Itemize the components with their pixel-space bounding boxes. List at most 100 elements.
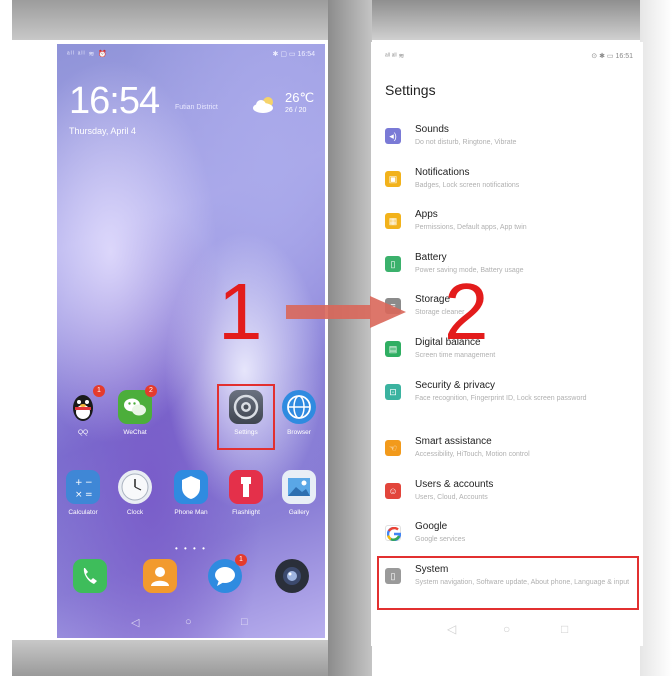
backdrop-shade <box>372 0 644 40</box>
home-icon[interactable]: ○ <box>503 622 510 636</box>
settings-item-subtitle: Face recognition, Fingerprint ID, Lock s… <box>415 395 587 402</box>
settings-item-title: Notifications <box>415 167 470 178</box>
settings-item-title: Google <box>415 521 448 532</box>
qq-icon: 1 <box>66 385 105 424</box>
app-label: WeChat <box>123 429 147 436</box>
settings-item-storage[interactable]: ≡ Storage Storage cleaner <box>385 294 635 334</box>
wechat-icon: 2 <box>118 385 157 424</box>
app-phone-manager[interactable]: Phone Man <box>165 470 217 516</box>
messages-icon[interactable]: 1 <box>208 554 247 593</box>
users-icon: ☺ <box>385 483 401 499</box>
weather-cloud-icon <box>253 97 273 113</box>
contacts-icon[interactable] <box>143 559 177 593</box>
calculator-icon: + − × = <box>66 470 100 504</box>
recents-icon[interactable]: □ <box>561 622 568 636</box>
clock-time: 16:54 <box>69 80 160 122</box>
status-left: ᵃˡˡ ᵃˡˡ ≋ ⏰ <box>67 51 109 58</box>
status-right: ⊙ ✱ ▭ 16:51 <box>591 53 633 60</box>
settings-item-subtitle: Do not disturb, Ringtone, Vibrate <box>415 139 517 146</box>
settings-item-subtitle: Badges, Lock screen notifications <box>415 182 520 189</box>
smart-assistance-icon: ☜ <box>385 440 401 456</box>
home-icon[interactable]: ○ <box>185 616 192 628</box>
app-gallery[interactable]: Gallery <box>273 470 325 516</box>
home-screen: ᵃˡˡ ᵃˡˡ ≋ ⏰ ✱ ▢ ▭ 16:54 16:54 Futian Dis… <box>57 44 325 638</box>
settings-item-notifications[interactable]: ▣ Notifications Badges, Lock screen noti… <box>385 167 635 207</box>
app-label: Phone Man <box>174 509 208 516</box>
app-label: Flashlight <box>232 509 260 516</box>
settings-item-security[interactable]: ⊡ Security & privacy Face recognition, F… <box>385 380 635 428</box>
settings-item-google[interactable]: Google Google services <box>385 521 635 561</box>
page-indicator: • • • • <box>175 544 207 553</box>
status-bar: ᵃˡˡ ᵃˡˡ ≋ ⏰ ✱ ▢ ▭ 16:54 <box>67 50 315 60</box>
app-label: Calculator <box>68 509 98 516</box>
settings-item-subtitle: Users, Cloud, Accounts <box>415 494 488 501</box>
backdrop-shade <box>12 0 332 40</box>
notification-badge: 1 <box>235 554 247 566</box>
app-wechat[interactable]: 2 WeChat <box>109 385 161 436</box>
backdrop-shade <box>328 0 372 676</box>
settings-screen: ᵃˡˡ ᵃˡˡ ≋ ⊙ ✱ ▭ 16:51 Settings ◂) Sounds… <box>371 42 643 646</box>
app-browser[interactable]: Browser <box>273 390 325 436</box>
app-qq[interactable]: 1 QQ <box>57 385 109 436</box>
app-label: Browser <box>287 429 311 436</box>
settings-item-sounds[interactable]: ◂) Sounds Do not disturb, Ringtone, Vibr… <box>385 124 635 164</box>
settings-item-smart-assistance[interactable]: ☜ Smart assistance Accessibility, HiTouc… <box>385 436 635 476</box>
settings-item-subtitle: Accessibility, HiTouch, Motion control <box>415 451 530 458</box>
settings-item-title: Users & accounts <box>415 479 494 490</box>
settings-item-title: Sounds <box>415 124 449 135</box>
camera-icon[interactable] <box>275 559 309 593</box>
apps-icon: ▦ <box>385 213 401 229</box>
notifications-icon: ▣ <box>385 171 401 187</box>
gallery-icon <box>282 470 316 504</box>
step-number-2: 2 <box>444 267 489 356</box>
back-icon[interactable]: ◁ <box>447 622 456 636</box>
digital-balance-icon: ▤ <box>385 341 401 357</box>
browser-globe-icon <box>282 390 316 424</box>
settings-item-title: Smart assistance <box>415 436 492 447</box>
settings-item-title: Battery <box>415 252 447 263</box>
recents-icon[interactable]: □ <box>241 616 248 628</box>
system-highlight-box <box>377 556 639 610</box>
phone-icon[interactable] <box>73 559 107 593</box>
security-icon: ⊡ <box>385 384 401 400</box>
settings-item-apps[interactable]: ▦ Apps Permissions, Default apps, App tw… <box>385 209 635 249</box>
flashlight-icon <box>229 470 263 504</box>
settings-item-digital-balance[interactable]: ▤ Digital balance Screen time management <box>385 337 635 377</box>
step-number-1: 1 <box>218 267 263 356</box>
clock-date: Thursday, April 4 <box>69 126 136 136</box>
svg-text:=: = <box>85 490 93 500</box>
settings-item-users-accounts[interactable]: ☺ Users & accounts Users, Cloud, Account… <box>385 479 635 519</box>
app-clock[interactable]: Clock <box>109 470 161 516</box>
app-flashlight[interactable]: Flashlight <box>220 470 272 516</box>
notification-badge: 1 <box>93 385 105 397</box>
weather-range: 26 / 20 <box>285 107 307 114</box>
backdrop-shade <box>12 640 332 676</box>
app-label: QQ <box>77 429 89 436</box>
weather-temperature: 26℃ <box>285 90 315 105</box>
svg-text:×: × <box>75 490 83 500</box>
settings-item-title: Security & privacy <box>415 380 496 391</box>
app-calculator[interactable]: + − × = Calculator <box>57 470 109 516</box>
navigation-bar: ◁ ○ □ <box>371 620 643 642</box>
shield-icon <box>174 470 208 504</box>
back-icon[interactable]: ◁ <box>131 616 139 629</box>
settings-item-title: Apps <box>415 209 438 220</box>
status-right: ✱ ▢ ▭ 16:54 <box>272 51 315 58</box>
google-icon <box>385 525 401 541</box>
settings-highlight-box <box>217 384 275 450</box>
clock-icon <box>118 470 152 504</box>
page-title: Settings <box>385 82 436 98</box>
app-label: Clock <box>126 509 144 516</box>
sound-icon: ◂) <box>385 128 401 144</box>
svg-text:−: − <box>85 478 93 488</box>
status-bar: ᵃˡˡ ᵃˡˡ ≋ ⊙ ✱ ▭ 16:51 <box>385 52 633 62</box>
app-label: Gallery <box>288 509 310 516</box>
clock-location: Futian District <box>175 104 218 111</box>
settings-item-battery[interactable]: ▯ Battery Power saving mode, Battery usa… <box>385 252 635 292</box>
navigation-bar: ◁ ○ □ <box>57 608 325 638</box>
settings-item-subtitle: Permissions, Default apps, App twin <box>415 224 527 231</box>
battery-icon: ▯ <box>385 256 401 272</box>
status-left: ᵃˡˡ ᵃˡˡ ≋ <box>385 53 405 60</box>
notification-badge: 2 <box>145 385 157 397</box>
backdrop-shade <box>640 0 672 676</box>
